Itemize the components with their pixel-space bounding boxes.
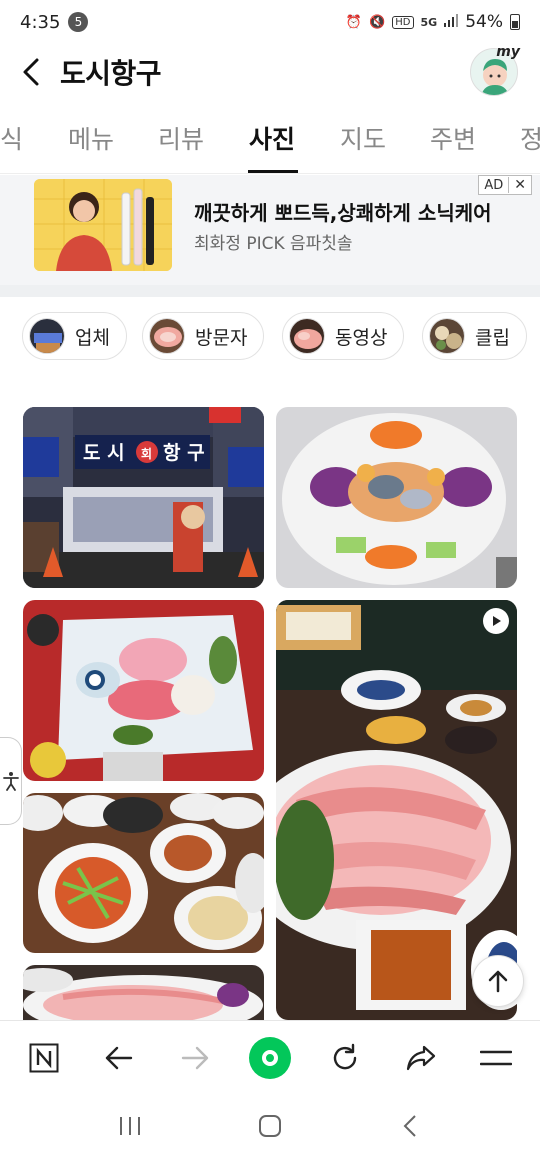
- chip-clip[interactable]: 클립: [422, 312, 527, 360]
- accessibility-icon: [2, 772, 19, 791]
- recent-apps-button[interactable]: [100, 1101, 160, 1151]
- play-icon: [483, 608, 509, 634]
- share-button[interactable]: [393, 1030, 449, 1086]
- chip-label: 클립: [475, 326, 510, 349]
- chip-label: 동영상: [335, 326, 388, 349]
- chevron-left-icon: [23, 58, 39, 86]
- status-bar: 4:35 5 ⏰ 🔇 HD 5G 54%: [0, 0, 540, 44]
- ad-image: [34, 179, 172, 271]
- chip-video[interactable]: 동영상: [282, 312, 405, 360]
- tab-review[interactable]: 리뷰: [158, 120, 204, 156]
- ad-badge: AD ✕: [478, 175, 532, 195]
- photo-sliced-fish-video[interactable]: [276, 600, 517, 1020]
- storefront-sign: 도 시: [83, 442, 125, 464]
- battery-percent: 54%: [465, 12, 503, 32]
- svg-text:항 구: 항 구: [163, 442, 205, 464]
- tab-partial-right[interactable]: 정: [520, 120, 540, 156]
- hamburger-icon: [480, 1050, 513, 1065]
- ad-close-button[interactable]: ✕: [508, 177, 531, 193]
- chip-thumbnail: [29, 318, 65, 354]
- photo-side-dishes[interactable]: [23, 793, 264, 953]
- browser-back-button[interactable]: [91, 1030, 147, 1086]
- chip-label: 업체: [75, 326, 110, 349]
- chevron-left-icon: [403, 1115, 416, 1137]
- chip-business[interactable]: 업체: [22, 312, 127, 360]
- system-navigation: [0, 1094, 540, 1158]
- tab-nearby[interactable]: 주변: [430, 120, 476, 156]
- svg-text:회: 회: [141, 446, 152, 461]
- tab-map[interactable]: 지도: [340, 120, 386, 156]
- tab-menu[interactable]: 메뉴: [68, 120, 114, 156]
- green-dot-icon: [248, 1036, 291, 1079]
- battery-icon: [510, 14, 520, 30]
- arrow-left-icon: [105, 1046, 133, 1069]
- hd-icon: HD: [392, 15, 414, 29]
- accessibility-handle[interactable]: [0, 737, 22, 825]
- chip-thumbnail: [429, 318, 465, 354]
- header: 도시항구 my: [0, 44, 540, 100]
- ad-label: AD: [484, 177, 504, 193]
- photo-sea-urchin-platter[interactable]: [276, 407, 517, 588]
- photo-sashimi-closeup[interactable]: [23, 965, 264, 1020]
- naver-home-button[interactable]: [16, 1030, 72, 1086]
- ad-subtitle: 최화정 PICK 음파칫솔: [194, 234, 353, 254]
- signal-icon: [444, 13, 459, 31]
- menu-button[interactable]: [468, 1030, 524, 1086]
- photo-sashimi-platter[interactable]: [23, 600, 264, 781]
- green-dot-button[interactable]: [242, 1030, 298, 1086]
- my-label: my: [496, 44, 520, 60]
- section-divider: [0, 285, 540, 297]
- photo-filter-chips: 업체 방문자 동영상 클립: [0, 312, 540, 362]
- home-button[interactable]: [240, 1101, 300, 1151]
- browser-forward-button[interactable]: [167, 1030, 223, 1086]
- page-title: 도시항구: [60, 57, 162, 90]
- browser-toolbar: [0, 1020, 540, 1094]
- tab-photo[interactable]: 사진: [249, 120, 295, 156]
- home-square-icon: [259, 1115, 281, 1137]
- chip-label: 방문자: [195, 326, 248, 349]
- status-time: 4:35: [20, 11, 61, 33]
- chip-visitor[interactable]: 방문자: [142, 312, 265, 360]
- back-button[interactable]: [0, 44, 60, 100]
- scroll-to-top-button[interactable]: [472, 955, 524, 1007]
- tab-bar: 식 메뉴 리뷰 사진 지도 주변 정: [0, 104, 540, 174]
- photo-storefront[interactable]: 도 시 회 항 구: [23, 407, 264, 588]
- share-icon: [406, 1045, 435, 1070]
- arrow-right-icon: [181, 1046, 208, 1069]
- active-tab-indicator: [248, 170, 298, 173]
- tab-partial-left[interactable]: 식: [0, 120, 23, 156]
- chip-thumbnail: [149, 318, 185, 354]
- alarm-icon: ⏰: [345, 14, 363, 30]
- notification-count-badge: 5: [68, 12, 89, 32]
- naver-n-icon: [29, 1043, 59, 1072]
- chip-thumbnail: [289, 318, 325, 354]
- system-back-button[interactable]: [380, 1101, 440, 1151]
- refresh-button[interactable]: [317, 1030, 373, 1086]
- ad-title: 깨끗하게 뽀드득,상쾌하게 소닉케어: [194, 201, 492, 225]
- arrow-up-icon: [488, 970, 508, 993]
- recent-apps-icon: [120, 1117, 140, 1135]
- mute-icon: 🔇: [369, 14, 386, 30]
- refresh-icon: [334, 1043, 357, 1069]
- network-icon: 5G: [420, 15, 438, 29]
- ad-banner[interactable]: 깨끗하게 뽀드득,상쾌하게 소닉케어 최화정 PICK 음파칫솔 AD ✕: [0, 175, 540, 285]
